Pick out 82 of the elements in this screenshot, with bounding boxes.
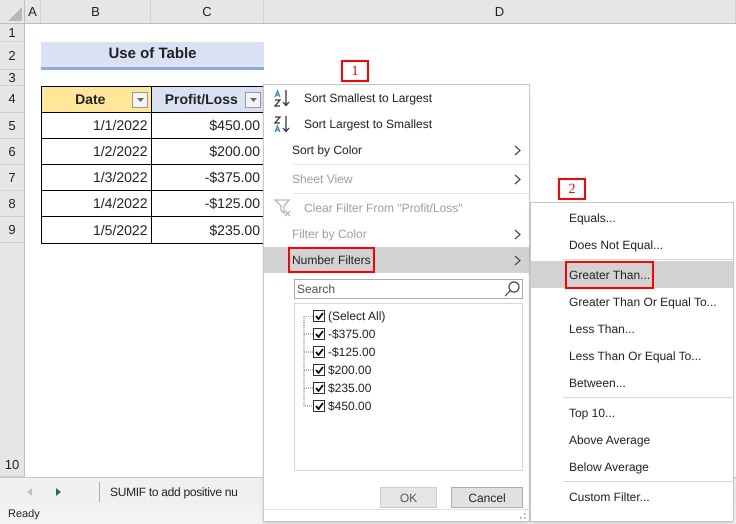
sort-icon [274, 115, 292, 133]
menu-item[interactable]: Does Not Equal... [531, 231, 733, 258]
checkbox[interactable] [313, 328, 325, 340]
chevron-right-icon [514, 174, 521, 184]
menu-item[interactable]: Custom Filter... [531, 483, 733, 510]
checkbox[interactable] [313, 382, 325, 394]
value-label: -$375.00 [328, 326, 376, 343]
table-cell-text: -$125.00 [204, 194, 261, 213]
row-header[interactable]: 6 [0, 139, 24, 165]
checkbox[interactable] [313, 346, 325, 358]
step-label: 2 [558, 178, 586, 200]
row-header[interactable]: 7 [0, 165, 24, 191]
check-icon [314, 312, 324, 320]
menu-item[interactable]: Equals... [531, 204, 733, 231]
filter-dropdown-button[interactable] [132, 92, 148, 108]
column-header[interactable]: A [25, 0, 41, 23]
table-cell: 1/5/2022 [42, 217, 152, 243]
table-cell: 1/1/2022 [42, 113, 152, 138]
column-heading: Date [74, 90, 106, 109]
caret-down-icon [136, 98, 144, 102]
row-header[interactable]: 2 [0, 42, 24, 70]
menu-item[interactable]: Less Than... [531, 315, 733, 342]
value-label: -$125.00 [328, 344, 376, 361]
chevron-right-icon [514, 254, 521, 266]
table-cell-text: $235.00 [208, 220, 261, 240]
table-cell: 1/4/2022 [42, 191, 152, 216]
search-icon[interactable] [504, 281, 520, 297]
menu-item[interactable]: Sort by Color [264, 137, 529, 163]
column-header[interactable]: C [151, 0, 264, 23]
checkbox[interactable] [313, 364, 325, 376]
table-cell-text: -$375.00 [204, 168, 261, 187]
checkbox[interactable] [313, 400, 325, 412]
row-header[interactable]: 8 [0, 191, 24, 217]
resize-grip-icon[interactable] [520, 513, 526, 519]
row-header[interactable]: 4 [0, 86, 24, 113]
menu-item[interactable]: Above Average [531, 426, 733, 453]
check-icon [314, 402, 324, 410]
step-label: 1 [341, 60, 369, 82]
chevron-right-icon [514, 144, 521, 156]
table-cell-text: $200.00 [208, 142, 261, 161]
table-cell: 1/3/2022 [42, 165, 152, 190]
column-header[interactable]: D [264, 0, 736, 23]
table-cell: 1/2/2022 [42, 139, 152, 164]
ok-button[interactable]: OK [380, 487, 437, 508]
checkbox[interactable] [313, 310, 325, 322]
table-title: Use of Table [41, 42, 264, 70]
row-header[interactable]: 9 [0, 217, 24, 243]
tree-line-icon [303, 343, 313, 361]
caret-down-icon [250, 98, 256, 102]
filter-clear-icon [274, 199, 292, 217]
check-icon [314, 348, 324, 356]
menu-item[interactable]: Top 10... [531, 399, 733, 426]
row-header[interactable]: 1 [0, 24, 24, 42]
check-icon [314, 366, 324, 374]
table-cell-text: $450.00 [208, 116, 261, 135]
value-label: (Select All) [328, 308, 386, 325]
menu-item[interactable]: Greater Than Or Equal To... [531, 288, 733, 315]
sort-icon [274, 89, 292, 107]
row-header[interactable]: 3 [0, 70, 24, 86]
filter-dropdown-button[interactable] [245, 92, 261, 108]
row-header[interactable]: 5 [0, 113, 24, 139]
value-label: $235.00 [328, 380, 372, 397]
menu-item[interactable]: Less Than Or Equal To... [531, 342, 733, 369]
menu-item[interactable]: Below Average [531, 453, 733, 480]
value-label: $450.00 [328, 398, 372, 415]
value-label: $200.00 [328, 362, 372, 379]
column-heading: Profit/Loss [164, 90, 238, 109]
menu-item[interactable]: Number Filters [264, 247, 529, 273]
menu-item[interactable]: Sort Largest to Smallest [264, 111, 529, 137]
menu-item[interactable]: Greater Than... [531, 261, 733, 288]
sheet-tab[interactable]: SUMIF to add positive nu [110, 482, 238, 500]
status-text: Ready [8, 507, 40, 522]
tree-line-icon [303, 361, 313, 379]
menu-item[interactable]: Sort Smallest to Largest [264, 85, 529, 111]
column-header[interactable]: B [41, 0, 151, 23]
check-icon [314, 330, 324, 338]
cancel-button[interactable]: Cancel [451, 487, 523, 508]
scroll-right-icon[interactable] [56, 488, 61, 496]
chevron-right-icon [514, 228, 521, 240]
check-icon [314, 384, 324, 392]
search-field[interactable]: Search [294, 279, 523, 299]
menu-item[interactable]: Between... [531, 369, 733, 396]
